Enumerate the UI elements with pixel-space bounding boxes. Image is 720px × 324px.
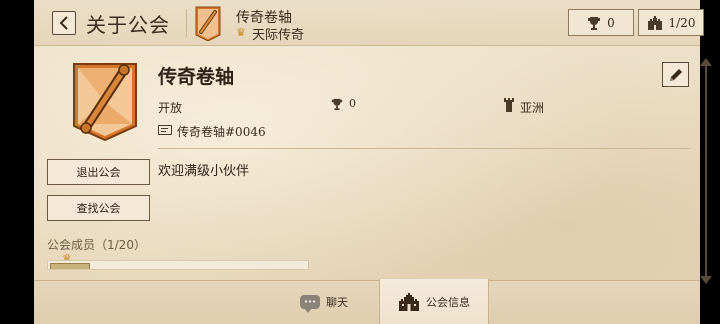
leave-guild-button[interactable]: 退出公会 — [47, 159, 150, 185]
guild-banner-icon — [73, 63, 137, 142]
header-bar: 关于公会 传奇卷轴 ♛ 天际传奇 0 1/20 — [34, 0, 704, 46]
tab-guild-info-label: 公会信息 — [426, 295, 470, 309]
pencil-icon — [669, 68, 682, 81]
id-card-icon — [158, 125, 172, 135]
crown-icon: ♛ — [236, 26, 246, 39]
trophy-counter: 0 — [568, 9, 634, 36]
chat-bubble-icon — [300, 295, 320, 313]
chevron-left-icon — [59, 16, 68, 30]
member-rank-badge — [50, 263, 90, 269]
back-button[interactable] — [52, 11, 76, 35]
guild-status: 开放 — [158, 101, 183, 115]
page-title: 关于公会 — [86, 13, 170, 37]
castle-icon — [399, 292, 419, 311]
guild-emblem-icon — [195, 6, 221, 41]
header-guild-rank: 天际传奇 — [252, 28, 305, 43]
guild-tag: 传奇卷轴#0046 — [177, 125, 266, 139]
guild-region: 亚洲 — [520, 101, 545, 115]
info-divider — [158, 148, 690, 149]
scroll-down-arrow-icon[interactable] — [700, 276, 712, 284]
trophy-icon — [588, 16, 601, 30]
guild-trophies: 0 — [349, 97, 356, 110]
scrollbar[interactable] — [705, 64, 707, 278]
trophy-count: 0 — [607, 15, 615, 30]
trophy-icon — [331, 98, 343, 110]
find-guild-button[interactable]: 查找公会 — [47, 195, 150, 221]
member-counter: 1/20 — [638, 9, 704, 36]
tower-icon — [504, 98, 514, 112]
member-list-item[interactable] — [47, 260, 309, 270]
guild-name: 传奇卷轴 — [158, 66, 235, 88]
tab-chat-label: 聊天 — [326, 296, 348, 309]
tab-guild-info[interactable]: 公会信息 — [379, 279, 489, 324]
castle-icon — [647, 15, 662, 30]
members-label: 公会成员（1/20） — [47, 238, 146, 252]
guild-description: 欢迎满级小伙伴 — [158, 164, 250, 179]
tab-chat[interactable]: 聊天 — [272, 280, 376, 324]
member-count: 1/20 — [668, 15, 696, 30]
edit-button[interactable] — [662, 62, 689, 87]
header-divider — [186, 9, 187, 37]
